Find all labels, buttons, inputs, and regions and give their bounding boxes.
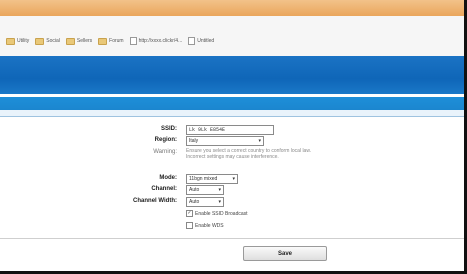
page-icon	[129, 37, 137, 45]
window-frame: Utility Social Sellers Forum http://xxxx…	[0, 0, 467, 274]
nav-bar	[0, 97, 464, 110]
ssid-input[interactable]: Lk 9Lk E854E	[186, 125, 274, 135]
mode-row: Mode: 11bgn mixed ▾	[0, 174, 464, 184]
warning-text: Ensure you select a correct country to c…	[186, 148, 312, 160]
bookmark-utility[interactable]: Utility	[6, 37, 30, 45]
chevron-down-icon: ▾	[218, 199, 221, 205]
bookmark-forum[interactable]: Forum	[98, 37, 124, 45]
wds-row: Enable WDS	[0, 222, 464, 232]
warning-label: Warning:	[153, 149, 177, 155]
chevron-down-icon: ▾	[232, 176, 235, 182]
ssid-label: SSID:	[160, 126, 177, 132]
channel-row: Channel: Auto ▾	[0, 185, 464, 195]
region-select[interactable]: Italy ▾	[186, 136, 264, 146]
save-button[interactable]: Save	[243, 246, 327, 261]
channel-width-row: Channel Width: Auto ▾	[0, 197, 464, 207]
folder-icon	[6, 37, 15, 45]
bookmark-label: Social	[46, 38, 60, 44]
region-value: Italy	[189, 138, 199, 144]
channel-width-value: Auto	[189, 199, 200, 205]
folder-icon	[35, 37, 45, 45]
bookmarks-bar: Utility Social Sellers Forum http://xxxx…	[0, 16, 464, 57]
page-icon	[188, 37, 196, 45]
channel-width-label: Channel Width:	[133, 198, 177, 204]
channel-label: Channel:	[151, 186, 177, 192]
wds-checkbox[interactable]: Enable WDS	[186, 222, 224, 229]
bookmarks-row: Utility Social Sellers Forum http://xxxx…	[6, 35, 214, 47]
browser-title-strip	[0, 0, 464, 16]
checkbox-checked-icon: ✓	[186, 210, 193, 217]
wds-label: Enable WDS	[195, 222, 224, 229]
warning-row: Warning: Ensure you select a correct cou…	[0, 148, 464, 164]
bookmark-untitled[interactable]: Untitled	[188, 37, 214, 45]
channel-width-select[interactable]: Auto ▾	[186, 197, 224, 207]
ssid-broadcast-label: Enable SSID Broadcast	[195, 210, 248, 217]
nav-underline	[0, 110, 464, 117]
folder-icon	[65, 37, 75, 45]
channel-value: Auto	[189, 187, 200, 193]
bookmark-sellers[interactable]: Sellers	[65, 37, 93, 45]
bookmark-label: http://xxxx.clickr/4...	[138, 38, 183, 44]
bookmark-label: Untitled	[197, 38, 215, 44]
router-header-banner	[0, 56, 464, 94]
ssid-row: SSID: Lk 9Lk E854E	[0, 125, 464, 135]
checkbox-unchecked-icon	[186, 222, 193, 229]
bookmark-label: Forum	[109, 38, 124, 44]
chevron-down-icon: ▾	[258, 138, 261, 144]
bookmark-link[interactable]: http://xxxx.clickr/4...	[129, 37, 183, 45]
bookmark-label: Sellers	[76, 38, 93, 44]
mode-value: 11bgn mixed	[189, 176, 218, 182]
region-label: Region:	[154, 137, 177, 143]
mode-label: Mode:	[159, 175, 177, 181]
folder-icon	[98, 37, 108, 45]
ssid-broadcast-row: ✓ Enable SSID Broadcast	[0, 210, 464, 220]
chevron-down-icon: ▾	[218, 187, 221, 193]
mode-select[interactable]: 11bgn mixed ▾	[186, 174, 238, 184]
bookmark-social[interactable]: Social	[35, 37, 60, 45]
bookmark-label: Utility	[17, 38, 30, 44]
ssid-broadcast-checkbox[interactable]: ✓ Enable SSID Broadcast	[186, 210, 248, 217]
form-divider	[0, 238, 464, 239]
channel-select[interactable]: Auto ▾	[186, 185, 224, 195]
region-row: Region: Italy ▾	[0, 136, 464, 146]
